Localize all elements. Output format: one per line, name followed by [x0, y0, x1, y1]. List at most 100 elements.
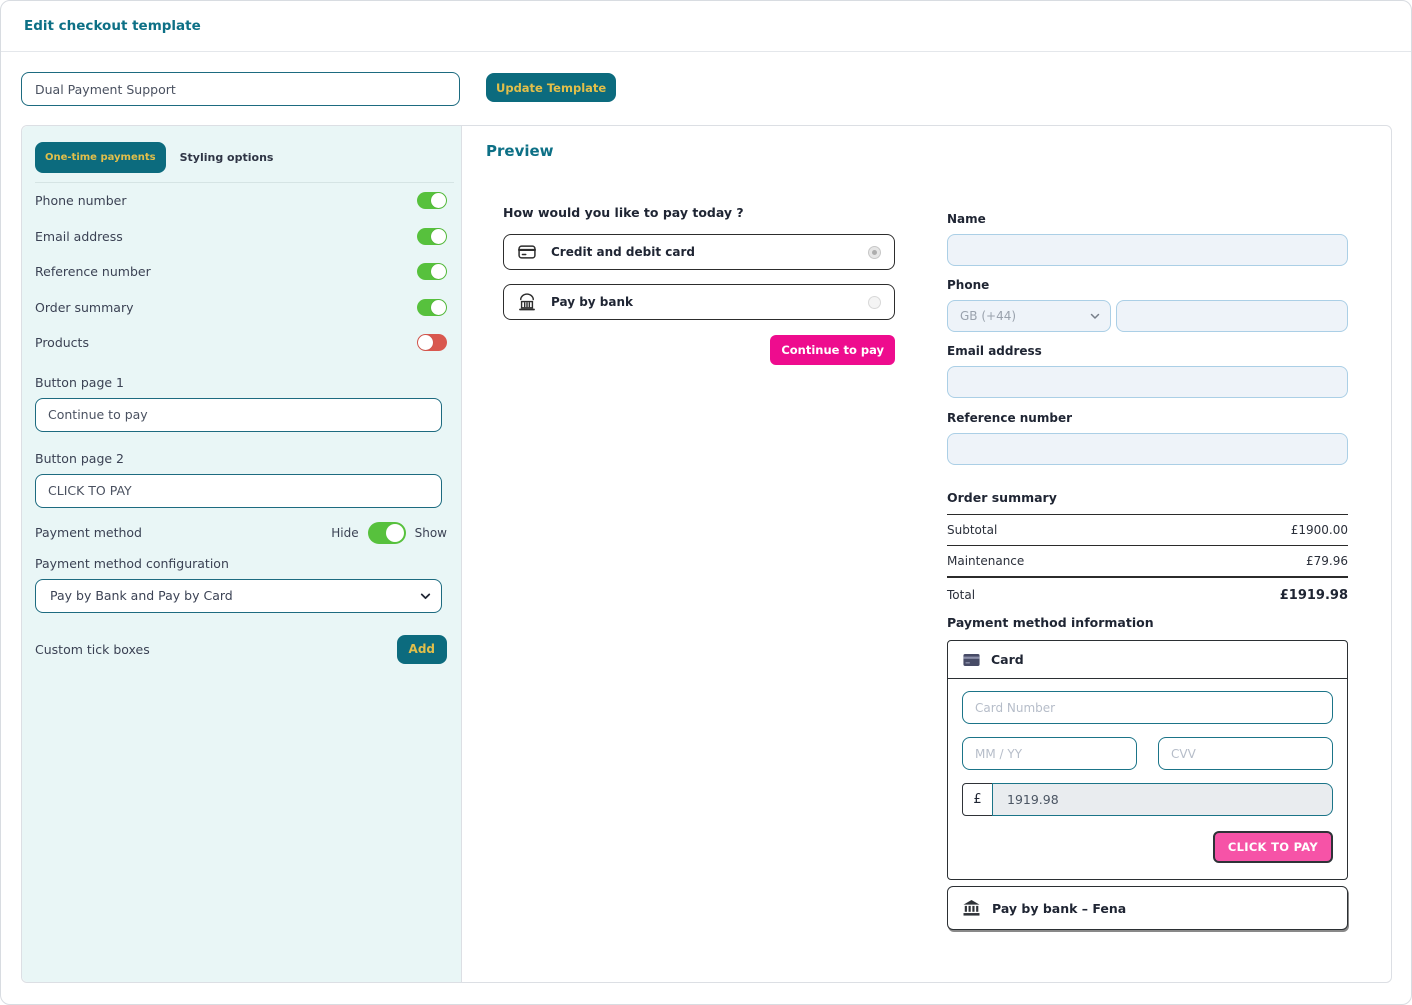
template-name-input[interactable] — [21, 72, 460, 106]
phone-row: GB (+44) — [947, 300, 1348, 332]
hide-label: Hide — [331, 526, 358, 540]
payment-method-info-heading: Payment method information — [947, 615, 1348, 630]
radio-selected-icon[interactable] — [868, 246, 881, 259]
custom-tick-boxes-row: Custom tick boxes Add — [35, 635, 454, 664]
preview-panel: Preview How would you like to pay today … — [462, 126, 1391, 982]
radio-unselected-icon[interactable] — [868, 296, 881, 309]
payment-method-config-select-wrap: Pay by Bank and Pay by Card — [35, 579, 442, 613]
card-box-title: Card — [991, 652, 1024, 667]
row-label: Subtotal — [947, 523, 997, 537]
credit-card-icon — [517, 242, 537, 262]
card-payment-box: Card £ CLICK TO PAY — [947, 640, 1348, 880]
country-code-select[interactable]: GB (+44) — [947, 300, 1111, 332]
payment-method-config-select[interactable]: Pay by Bank and Pay by Card — [35, 579, 442, 613]
toggle-row-reference-number: Reference number — [35, 254, 454, 290]
order-summary-toggle[interactable] — [417, 299, 447, 316]
toolbar: Update Template — [21, 72, 616, 106]
button-page-2-input[interactable] — [35, 474, 442, 508]
toggle-label: Products — [35, 335, 89, 350]
reference-label: Reference number — [947, 411, 1348, 425]
continue-to-pay-button[interactable]: Continue to pay — [770, 335, 895, 365]
pay-by-bank-fena-box[interactable]: Pay by bank – Fena — [947, 886, 1348, 930]
expiry-input[interactable] — [962, 737, 1137, 770]
row-value: £79.96 — [1306, 554, 1348, 568]
option-pay-by-bank[interactable]: Pay by bank — [503, 284, 895, 320]
bank-filled-icon — [963, 900, 980, 916]
toggle-knob — [431, 193, 446, 208]
payment-method-row: Payment method Hide Show — [35, 522, 454, 544]
toggle-knob — [386, 524, 404, 542]
order-summary-heading: Order summary — [947, 490, 1348, 505]
reference-input[interactable] — [947, 433, 1348, 465]
phone-number-toggle[interactable] — [417, 192, 447, 209]
cvv-input[interactable] — [1158, 737, 1333, 770]
show-label: Show — [415, 526, 447, 540]
preview-heading: Preview — [486, 142, 1367, 160]
products-toggle[interactable] — [417, 334, 447, 351]
button-page-1-input[interactable] — [35, 398, 442, 432]
email-label: Email address — [947, 344, 1348, 358]
payment-options-column: How would you like to pay today ? Credit… — [503, 205, 895, 930]
payment-method-label: Payment method — [35, 525, 142, 540]
card-box-header[interactable]: Card — [948, 641, 1347, 679]
name-label: Name — [947, 212, 1348, 226]
phone-input[interactable] — [1116, 300, 1348, 332]
custom-tick-boxes-label: Custom tick boxes — [35, 642, 150, 657]
toggle-knob — [431, 300, 446, 315]
page-title: Edit checkout template — [24, 18, 201, 34]
pay-question: How would you like to pay today ? — [503, 205, 895, 220]
country-code-select-wrap: GB (+44) — [947, 300, 1111, 332]
toggle-label: Order summary — [35, 300, 133, 315]
app-header: Edit checkout template — [0, 0, 1412, 52]
editor-panel: One-time payments Styling options Phone … — [22, 126, 462, 982]
order-summary-row-subtotal: Subtotal £1900.00 — [947, 515, 1348, 545]
editor-tabs: One-time payments Styling options — [35, 142, 454, 183]
currency-symbol: £ — [962, 783, 993, 816]
email-input[interactable] — [947, 366, 1348, 398]
payment-method-toggle-group: Hide Show — [331, 522, 447, 544]
toggle-label: Email address — [35, 229, 123, 244]
customer-form-column: Name Phone GB (+44) Email address — [947, 205, 1348, 930]
toggle-label: Phone number — [35, 193, 126, 208]
amount-row: £ — [962, 783, 1333, 816]
add-tick-box-button[interactable]: Add — [397, 635, 447, 664]
option-label: Pay by bank — [551, 295, 633, 309]
toggle-knob — [431, 264, 446, 279]
toggle-row-order-summary: Order summary — [35, 290, 454, 326]
order-summary-total-row: Total £1919.98 — [947, 578, 1348, 612]
reference-number-toggle[interactable] — [417, 263, 447, 280]
order-summary-row-maintenance: Maintenance £79.96 — [947, 546, 1348, 576]
phone-label: Phone — [947, 278, 1348, 292]
preview-content: How would you like to pay today ? Credit… — [486, 205, 1367, 930]
button-page-1-label: Button page 1 — [35, 375, 454, 390]
update-template-button[interactable]: Update Template — [486, 73, 616, 102]
main-container: One-time payments Styling options Phone … — [21, 125, 1392, 983]
payment-method-config-label: Payment method configuration — [35, 556, 454, 571]
amount-input[interactable] — [992, 783, 1333, 816]
click-to-pay-button[interactable]: CLICK TO PAY — [1213, 831, 1333, 863]
email-address-toggle[interactable] — [417, 228, 447, 245]
tab-styling-options[interactable]: Styling options — [180, 151, 274, 164]
card-filled-icon — [963, 653, 980, 667]
tab-one-time-payments[interactable]: One-time payments — [35, 142, 166, 173]
total-label: Total — [947, 588, 975, 602]
toggle-label: Reference number — [35, 264, 151, 279]
toggle-row-products: Products — [35, 325, 454, 361]
button-page-2-label: Button page 2 — [35, 451, 454, 466]
name-input[interactable] — [947, 234, 1348, 266]
toggle-knob — [431, 229, 446, 244]
card-number-input[interactable] — [962, 691, 1333, 724]
row-label: Maintenance — [947, 554, 1024, 568]
row-value: £1900.00 — [1291, 523, 1348, 537]
toggle-knob — [418, 335, 433, 350]
toggle-row-phone-number: Phone number — [35, 183, 454, 219]
bank-icon — [517, 292, 537, 312]
toggle-row-email-address: Email address — [35, 219, 454, 255]
bank-box-title: Pay by bank – Fena — [992, 901, 1126, 916]
payment-method-visibility-toggle[interactable] — [368, 522, 406, 544]
expiry-cvv-row — [962, 737, 1333, 770]
option-credit-and-debit-card[interactable]: Credit and debit card — [503, 234, 895, 270]
total-value: £1919.98 — [1280, 588, 1348, 603]
option-label: Credit and debit card — [551, 245, 695, 259]
card-box-body: £ CLICK TO PAY — [948, 679, 1347, 879]
